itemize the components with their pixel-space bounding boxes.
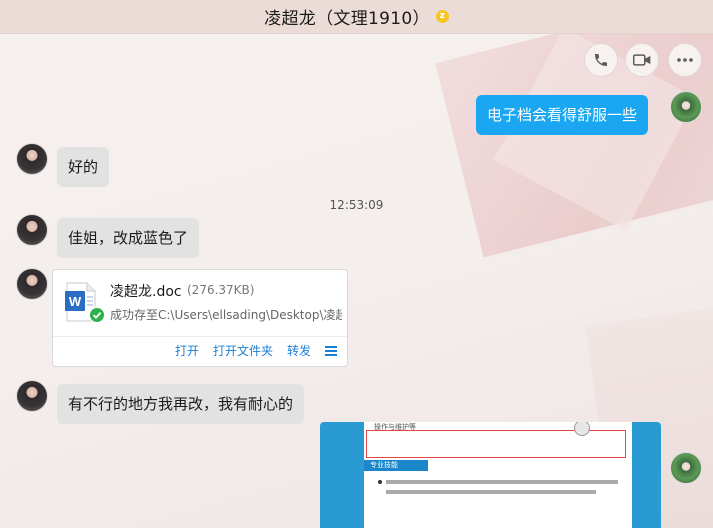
open-file-link[interactable]: 打开	[175, 342, 199, 359]
message-bubble-incoming[interactable]: 好的	[57, 147, 110, 187]
message-timestamp: 12:53:09	[329, 198, 384, 212]
text-line	[386, 490, 596, 494]
my-avatar[interactable]	[670, 91, 702, 123]
contact-avatar[interactable]	[16, 214, 48, 246]
contact-avatar[interactable]	[16, 143, 48, 175]
phone-icon	[595, 54, 607, 66]
title-bar: 凌超龙（文理1910） z	[0, 0, 713, 34]
screenshot-section-tag: 专业技能	[364, 460, 428, 471]
svg-text:W: W	[69, 294, 82, 309]
my-avatar[interactable]	[670, 452, 702, 484]
open-folder-link[interactable]: 打开文件夹	[213, 342, 273, 359]
chat-title: 凌超龙（文理1910）	[264, 9, 430, 29]
forward-link[interactable]: 转发	[287, 342, 311, 359]
divider	[53, 336, 347, 337]
voice-call-button[interactable]	[584, 43, 618, 77]
file-size: (276.37KB)	[187, 283, 255, 297]
check-success-icon	[89, 307, 105, 323]
vip-badge-icon: z	[435, 10, 449, 23]
text-line	[386, 480, 618, 484]
image-message-preview[interactable]: 操作与维护等 专业技能	[320, 422, 661, 528]
file-name[interactable]: 凌超龙.doc	[110, 281, 182, 301]
contact-avatar[interactable]	[16, 380, 48, 412]
message-bubble-incoming[interactable]: 有不行的地方我再改，我有耐心的	[57, 384, 305, 424]
menu-icon[interactable]	[325, 345, 337, 356]
file-message-card[interactable]: W 凌超龙.doc (276.37KB) 成功存至C:\Users\ellsad…	[52, 269, 348, 367]
message-bubble-incoming[interactable]: 佳姐，改成蓝色了	[57, 218, 200, 258]
file-save-status: 成功存至C:\Users\ellsading\Desktop\凌超龙.doc	[110, 308, 342, 322]
contact-avatar[interactable]	[16, 268, 48, 300]
message-bubble-outgoing[interactable]: 电子档会看得舒服一些	[476, 95, 649, 135]
more-icon	[677, 58, 693, 62]
video-call-button[interactable]	[625, 43, 659, 77]
file-actions: 打开 打开文件夹 转发	[175, 342, 337, 359]
video-camera-icon	[633, 54, 651, 66]
bullet	[378, 480, 382, 484]
more-options-button[interactable]	[668, 43, 702, 77]
document-screenshot: 操作与维护等 专业技能	[364, 422, 632, 528]
